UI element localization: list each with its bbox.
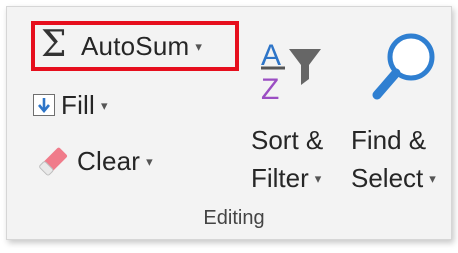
sort-filter-line1: Sort &	[251, 125, 324, 155]
screenshot-stage: Σ AutoSum ▾ Fill ▾ Clear ▾ A Z Sort & Fi…	[0, 0, 458, 253]
find-select-line2-row: Select ▾	[351, 159, 457, 197]
filter-funnel-icon	[289, 49, 321, 85]
fill-button[interactable]: Fill ▾	[33, 83, 108, 127]
find-select-line1: Find &	[351, 125, 427, 155]
sort-az-icon[interactable]: A Z	[259, 35, 343, 105]
fill-dropdown-caret[interactable]: ▾	[101, 98, 108, 114]
sort-filter-button[interactable]: Sort & Filter ▾	[251, 121, 355, 197]
clear-label: Clear	[77, 145, 141, 176]
autosum-button[interactable]: Σ AutoSum ▾	[31, 21, 239, 71]
sort-letter-z: Z	[261, 73, 279, 105]
magnifier-icon[interactable]	[369, 27, 441, 107]
sort-filter-line2: Filter	[251, 163, 309, 193]
fill-down-icon	[33, 94, 55, 116]
find-select-button[interactable]: Find & Select ▾	[351, 121, 457, 197]
fill-label: Fill	[61, 89, 96, 120]
sort-filter-dropdown-caret[interactable]: ▾	[315, 160, 322, 198]
sigma-icon: Σ	[41, 24, 67, 65]
autosum-dropdown-caret[interactable]: ▾	[195, 39, 202, 55]
editing-ribbon-group: Σ AutoSum ▾ Fill ▾ Clear ▾ A Z Sort & Fi…	[6, 6, 452, 240]
sort-filter-line2-row: Filter ▾	[251, 159, 355, 197]
clear-dropdown-caret[interactable]: ▾	[146, 154, 153, 170]
eraser-icon	[39, 147, 68, 176]
find-select-dropdown-caret[interactable]: ▾	[429, 160, 436, 198]
clear-button[interactable]: Clear ▾	[35, 137, 153, 185]
group-title: Editing	[203, 207, 265, 229]
autosum-label: AutoSum	[81, 30, 190, 61]
find-select-line2: Select	[351, 163, 424, 193]
